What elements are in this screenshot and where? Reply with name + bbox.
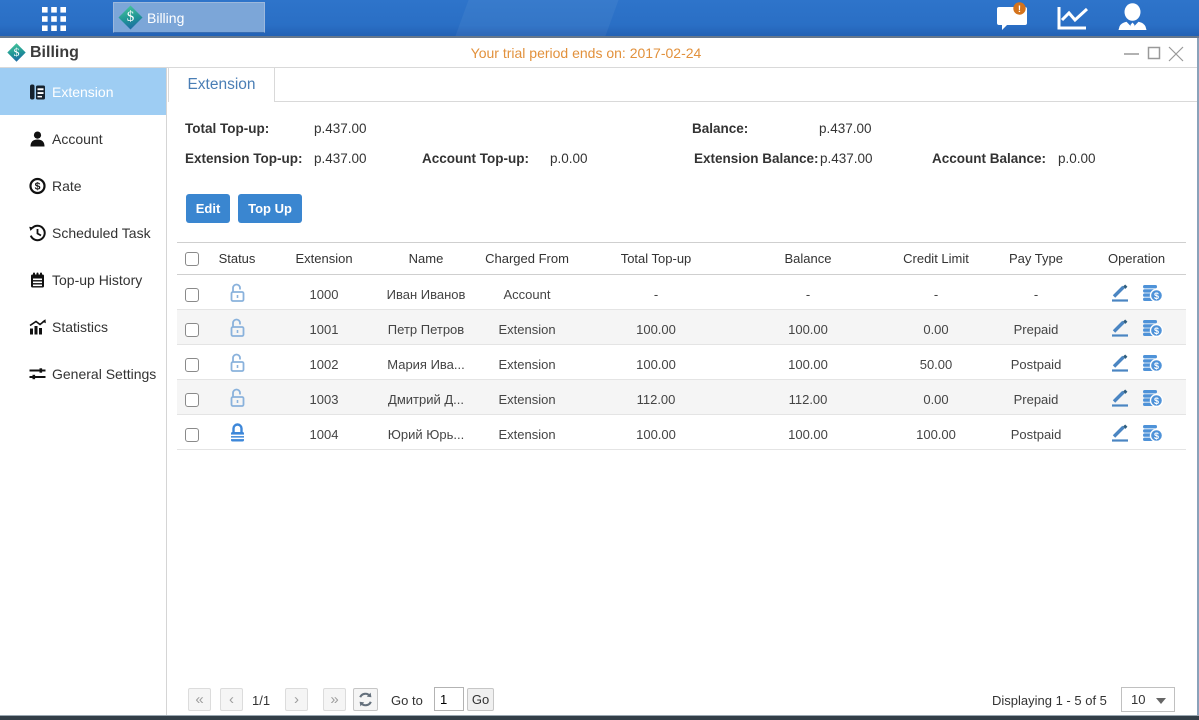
svg-text:$: $ <box>1153 431 1158 441</box>
svg-text:!: ! <box>1018 4 1021 15</box>
svg-text:$: $ <box>35 180 41 192</box>
svg-text:$: $ <box>1153 396 1158 406</box>
svg-text:$: $ <box>1153 291 1158 301</box>
svg-text:$: $ <box>1153 361 1158 371</box>
svg-text:$: $ <box>1153 326 1158 336</box>
